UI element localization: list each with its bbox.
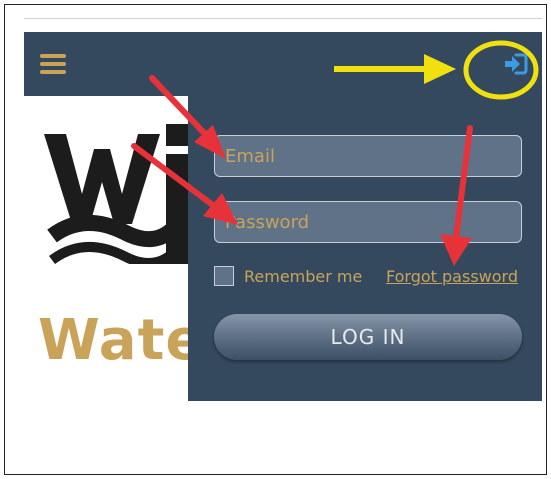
top-navbar <box>24 32 542 96</box>
login-dropdown: Remember me Forgot password LOG IN <box>188 96 542 401</box>
brand-logo <box>44 124 194 268</box>
browser-top-strip <box>24 18 542 31</box>
login-button[interactable]: LOG IN <box>214 314 522 360</box>
hamburger-menu-icon[interactable] <box>40 54 66 74</box>
email-field[interactable] <box>214 135 522 177</box>
password-field[interactable] <box>214 201 522 243</box>
forgot-password-link[interactable]: Forgot password <box>386 267 518 286</box>
sign-in-icon[interactable] <box>502 52 528 76</box>
remember-me-checkbox[interactable] <box>214 266 234 286</box>
remember-me-label: Remember me <box>244 267 363 286</box>
brand-text: Wate <box>38 308 205 373</box>
